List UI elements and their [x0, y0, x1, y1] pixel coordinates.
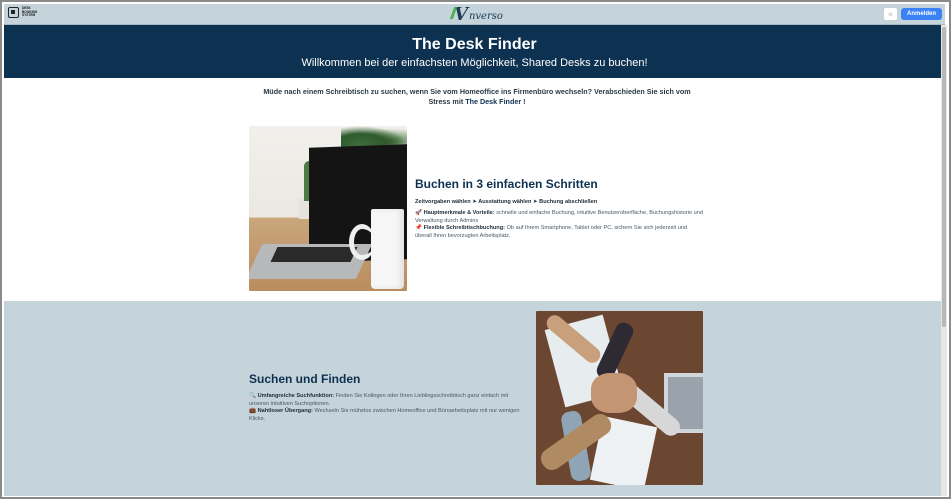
- theme-toggle-button[interactable]: ☼: [883, 8, 897, 20]
- scrollbar-thumb[interactable]: [942, 27, 946, 327]
- brand-word: nverso: [468, 11, 503, 22]
- desk-booking-logo[interactable]: DESK BOOKING SYSTEM: [8, 6, 40, 18]
- intro-highlight: The Desk Finder: [465, 97, 522, 106]
- booking-steps-section: Buchen in 3 einfachen Schritten Zeitvorg…: [415, 177, 705, 240]
- rocket-icon: 🚀: [415, 210, 422, 216]
- inverso-brand-logo[interactable]: V nverso: [454, 4, 503, 25]
- feature-search: 🔍 Umfangreiche Suchfunktion: Finden Sie …: [249, 393, 529, 423]
- desk-logo-text: DESK BOOKING SYSTEM: [22, 6, 38, 18]
- feature4-title: Nahtloser Übergang:: [257, 408, 313, 414]
- intro-end: !: [523, 97, 526, 106]
- pin-icon: 📌: [415, 225, 422, 231]
- login-button[interactable]: Anmelden: [900, 8, 942, 20]
- hero-subtitle: Willkommen bei der einfachsten Möglichke…: [301, 57, 648, 69]
- section1-title: Buchen in 3 einfachen Schritten: [415, 177, 598, 191]
- hero-title: The Desk Finder: [412, 36, 537, 53]
- feature2-title: Flexible Schreibtischbuchung:: [423, 225, 505, 231]
- hero-banner: The Desk Finder Willkommen bei der einfa…: [4, 25, 945, 78]
- search-find-section: Suchen und Finden 🔍 Umfangreiche Suchfun…: [249, 372, 529, 423]
- feature3-title: Umfangreiche Suchfunktion:: [257, 393, 335, 399]
- nav-actions: ☼ Anmelden: [883, 8, 942, 20]
- booking-steps: Zeitvorgaben wählen ➤ Ausstattung wählen…: [415, 199, 598, 205]
- app-window: DESK BOOKING SYSTEM V nverso ☼ Anmelden …: [0, 0, 951, 499]
- briefcase-icon: 💼: [249, 408, 256, 414]
- brand-v-letter: V: [454, 4, 468, 25]
- laptop-mug-photo: [249, 126, 407, 291]
- magnifier-icon: 🔍: [249, 393, 256, 399]
- intro-text: Müde nach einem Schreibtisch zu suchen, …: [252, 87, 702, 107]
- sun-icon: ☼: [887, 10, 894, 18]
- team-hands-photo: [536, 311, 703, 485]
- top-navbar: DESK BOOKING SYSTEM V nverso ☼ Anmelden: [4, 4, 945, 25]
- feature-main-benefits: 🚀 Hauptmerkmale & Vorteile: schnelle und…: [415, 210, 705, 240]
- desk-logo-icon: [8, 7, 19, 18]
- page-scrollbar[interactable]: [941, 25, 947, 496]
- section2-title: Suchen und Finden: [249, 372, 361, 386]
- feature1-title: Hauptmerkmale & Vorteile:: [423, 210, 495, 216]
